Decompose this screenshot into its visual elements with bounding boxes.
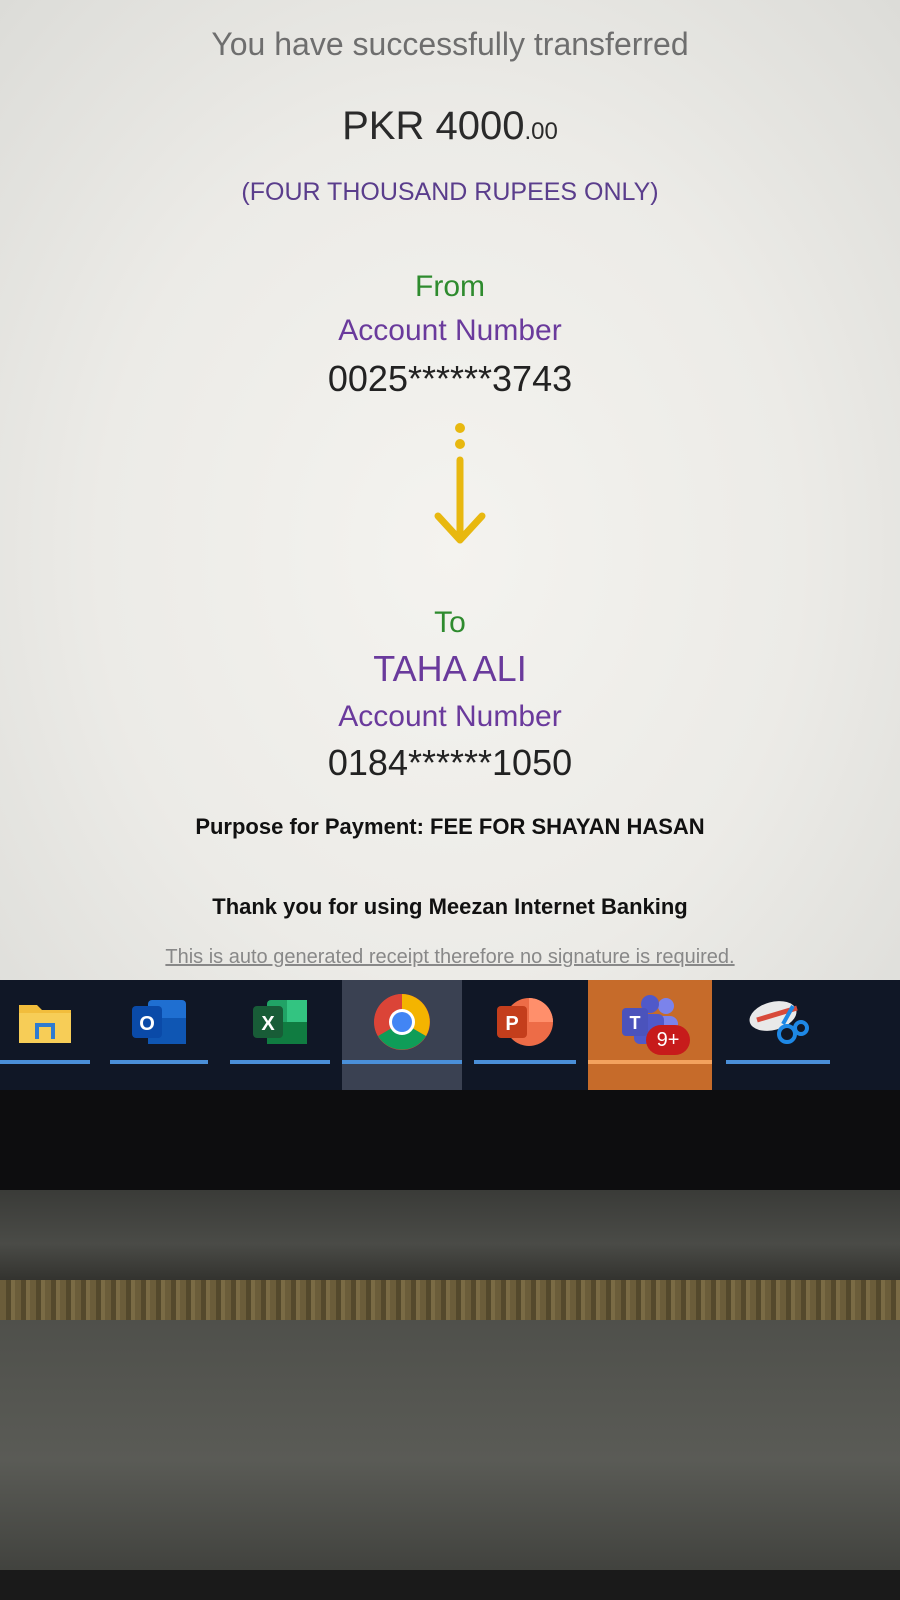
outlook-icon: O (132, 1000, 186, 1044)
running-indicator (342, 1060, 462, 1064)
photo-of-laptop-screen: You have successfully transferred PKR 40… (0, 0, 900, 1600)
currency-code: PKR (342, 104, 425, 148)
thank-you-message: Thank you for using Meezan Internet Bank… (212, 894, 688, 919)
powerpoint-icon: P (497, 998, 553, 1046)
taskbar-snipping-tool[interactable] (726, 980, 830, 1090)
transfer-receipt: You have successfully transferred PKR 40… (0, 0, 900, 1000)
notification-badge: 9+ (646, 1025, 690, 1055)
hinge-texture (0, 1280, 900, 1320)
to-account-label: Account Number (338, 700, 562, 733)
chrome-icon (374, 994, 430, 1050)
running-indicator (588, 1060, 712, 1064)
laptop-hinge (0, 1190, 900, 1280)
laptop-deck (0, 1320, 900, 1600)
excel-icon: X (253, 1000, 307, 1044)
excel-letter: X (261, 1013, 275, 1035)
payee-name: TAHA ALI (373, 648, 527, 689)
intro-text: You have successfully transferred (211, 26, 689, 62)
running-indicator (0, 1060, 90, 1064)
running-indicator (230, 1060, 330, 1064)
amount-main: 4000 (435, 104, 525, 148)
transfer-amount: PKR 4000.00 (0, 104, 900, 149)
from-account-label: Account Number (338, 314, 562, 347)
to-label: To (434, 606, 466, 639)
running-indicator (474, 1060, 576, 1064)
outlook-letter: O (139, 1013, 155, 1035)
snipping-tool-icon (749, 1001, 809, 1044)
laptop-edge (0, 1570, 900, 1600)
from-account-number: 0025******3743 (327, 358, 573, 399)
folder-icon (19, 1005, 71, 1043)
amount-in-words: (FOUR THOUSAND RUPEES ONLY) (241, 178, 659, 206)
from-label: From (415, 270, 485, 303)
taskbar-excel[interactable]: X (230, 980, 330, 1090)
taskbar-teams[interactable]: T 9+ (588, 980, 712, 1090)
taskbar-outlook[interactable]: O (110, 980, 208, 1090)
down-arrow-icon (434, 423, 486, 544)
taskbar-file-explorer[interactable] (0, 980, 90, 1090)
auto-generated-note: This is auto generated receipt therefore… (165, 946, 735, 968)
taskbar-chrome[interactable] (342, 980, 462, 1090)
teams-letter: T (630, 1013, 641, 1033)
to-account-number: 0184******1050 (327, 742, 573, 783)
amount-cents: .00 (524, 118, 558, 145)
running-indicator (726, 1060, 830, 1064)
screen-bezel (0, 1090, 900, 1190)
windows-taskbar: O X P T 9+ (0, 980, 900, 1090)
running-indicator (110, 1060, 208, 1064)
powerpoint-letter: P (505, 1013, 518, 1035)
payment-purpose: Purpose for Payment: FEE FOR SHAYAN HASA… (195, 814, 705, 839)
taskbar-powerpoint[interactable]: P (474, 980, 576, 1090)
